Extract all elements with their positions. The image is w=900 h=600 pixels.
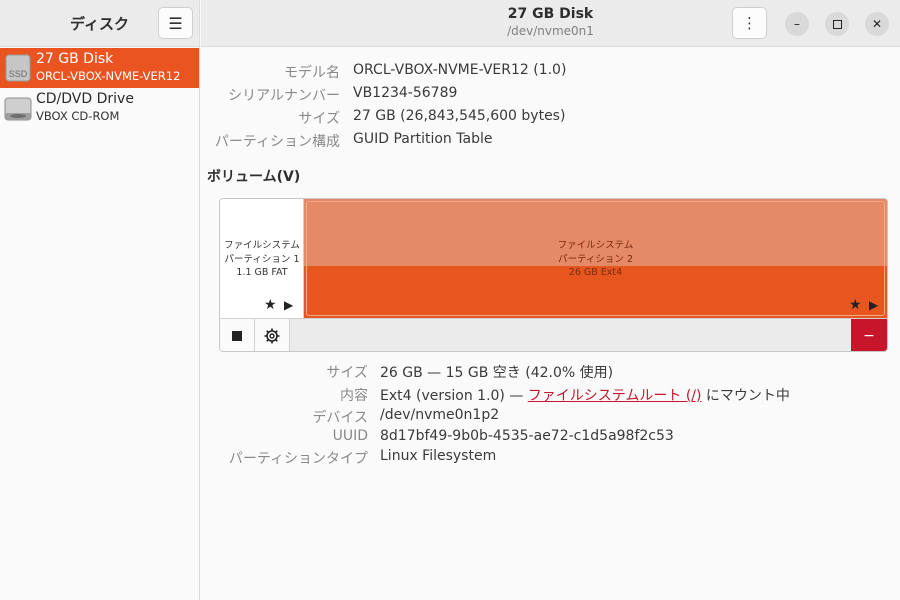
device-item-cd-dvd-drive[interactable]: CD/DVD Drive VBOX CD-ROM <box>0 88 199 128</box>
close-icon: ✕ <box>871 17 883 31</box>
uuid-value: 8d17bf49-9b0b-4535-ae72-c1d5a98f2c53 <box>380 428 674 444</box>
partition-1-block[interactable]: ファイルシステム パーティション 1 1.1 GB FAT ★ ▶ <box>220 199 304 318</box>
star-icon: ★ <box>849 297 862 313</box>
maximize-button[interactable] <box>825 12 849 36</box>
model-label: モデル名 <box>284 65 340 81</box>
contents-suffix: にマウント中 <box>701 388 790 404</box>
partition-2-type: ファイルシステム <box>557 240 634 251</box>
mount-point-link[interactable]: ファイルシステムルート (/) <box>528 388 702 404</box>
device-name: 27 GB Disk <box>36 51 114 67</box>
delete-partition-button[interactable]: − <box>851 319 887 351</box>
contents-prefix: Ext4 (version 1.0) — <box>380 388 528 404</box>
partition-1-type: ファイルシステム <box>224 240 300 251</box>
gear-icon <box>264 328 280 343</box>
main-menu-button[interactable]: ☰ <box>158 7 193 39</box>
drive-options-button[interactable]: ⋮ <box>732 7 767 39</box>
partition-2-label: ファイルシステム パーティション 2 26 GB Ext4 <box>304 239 887 280</box>
hamburger-menu-icon: ☰ <box>168 13 183 33</box>
disks-window: ディスク ☰ SSD 27 GB Disk ORCL-VBOX-NVME-VER… <box>0 0 900 600</box>
serial-label: シリアルナンバー <box>228 88 340 104</box>
device-item-27gb-disk[interactable]: SSD 27 GB Disk ORCL-VBOX-NVME-VER12 <box>0 48 199 88</box>
partition-size-label: サイズ <box>326 365 368 381</box>
maximize-icon <box>832 19 842 29</box>
ssd-drive-icon: SSD <box>5 54 31 82</box>
contents-value: Ext4 (version 1.0) — ファイルシステムルート (/) にマウ… <box>380 385 790 405</box>
optical-drive-icon <box>4 97 32 121</box>
device-value: /dev/nvme0n1p2 <box>380 407 500 423</box>
device-name: CD/DVD Drive <box>36 91 134 107</box>
disk-size-value: 27 GB (26,843,545,600 bytes) <box>353 108 566 124</box>
volumes-title: ボリューム(V) <box>207 169 301 185</box>
contents-label: 内容 <box>340 388 368 404</box>
play-icon: ▶ <box>869 298 879 312</box>
minus-icon: − <box>863 327 875 344</box>
partition-type-value: Linux Filesystem <box>380 448 497 464</box>
sidebar-title: ディスク <box>70 15 129 33</box>
partition-2-name: パーティション 2 <box>558 253 633 265</box>
partition-options-button[interactable] <box>255 319 290 351</box>
model-value: ORCL-VBOX-NVME-VER12 (1.0) <box>353 62 567 78</box>
partition-size-value: 26 GB — 15 GB 空き (42.0% 使用) <box>380 365 614 381</box>
minimize-button[interactable]: – <box>785 12 809 36</box>
partition-2-size: 26 GB Ext4 <box>568 267 623 278</box>
partition-1-size: 1.1 GB FAT <box>236 267 288 278</box>
serial-value: VB1234-56789 <box>353 85 458 101</box>
stop-icon <box>232 330 242 341</box>
kebab-menu-icon: ⋮ <box>742 14 757 32</box>
sidebar-header: ディスク ☰ <box>0 0 199 47</box>
play-icon: ▶ <box>284 298 294 312</box>
partitioning-label: パーティション構成 <box>214 134 340 150</box>
header-bar: 27 GB Disk /dev/nvme0n1 ⋮ – ✕ <box>201 0 900 47</box>
device-model: VBOX CD-ROM <box>36 109 120 123</box>
unmount-button[interactable] <box>220 319 255 351</box>
partition-1-name: パーティション 1 <box>224 253 300 265</box>
close-button[interactable]: ✕ <box>865 12 889 36</box>
uuid-label: UUID <box>332 428 368 444</box>
ssd-label: SSD <box>9 69 28 79</box>
minimize-icon: – <box>794 17 800 31</box>
volume-toolbar: − <box>220 318 887 351</box>
sidebar: ディスク ☰ SSD 27 GB Disk ORCL-VBOX-NVME-VER… <box>0 0 200 600</box>
volume-map: ファイルシステム パーティション 1 1.1 GB FAT ★ ▶ ファイルシス… <box>219 198 888 352</box>
disk-size-label: サイズ <box>298 111 340 127</box>
partition-2-block[interactable]: ファイルシステム パーティション 2 26 GB Ext4 ★ ▶ <box>304 199 887 318</box>
device-label: デバイス <box>312 410 368 426</box>
star-icon: ★ <box>264 297 277 313</box>
device-model: ORCL-VBOX-NVME-VER12 <box>36 69 181 83</box>
partitioning-value: GUID Partition Table <box>353 131 493 147</box>
partition-1-label: ファイルシステム パーティション 1 1.1 GB FAT <box>220 239 304 280</box>
partition-type-label: パーティションタイプ <box>228 451 368 467</box>
